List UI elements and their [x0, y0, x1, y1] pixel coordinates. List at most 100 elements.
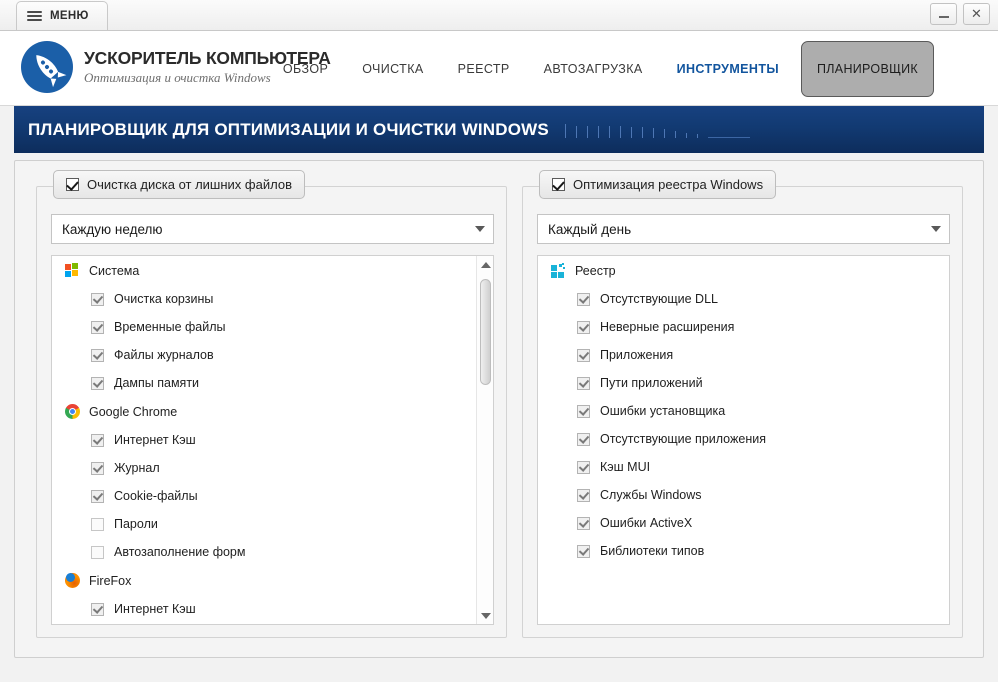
nav-item-scheduler[interactable]: ПЛАНИРОВЩИК: [801, 40, 934, 97]
nav-item-overview[interactable]: ОБЗОР: [266, 62, 345, 76]
list-item-checkbox[interactable]: [577, 376, 590, 390]
nav-item-autostart[interactable]: АВТОЗАГРУЗКА: [527, 62, 660, 76]
scrollbar-thumb[interactable]: [480, 279, 491, 385]
list-item[interactable]: Библиотеки типов: [538, 537, 949, 565]
list-item-checkbox[interactable]: [91, 292, 104, 306]
list-item[interactable]: Пароли: [52, 510, 476, 538]
minimize-button[interactable]: [930, 3, 957, 25]
list-item-checkbox[interactable]: [91, 376, 104, 390]
list-item-checkbox[interactable]: [577, 292, 590, 306]
list-item-checkbox[interactable]: [577, 432, 590, 446]
list-item-checkbox[interactable]: [577, 544, 590, 558]
list-item-label: Cookie-файлы: [114, 489, 198, 503]
registry-list[interactable]: Реестр Отсутствующие DLL Неверные расширен…: [537, 255, 950, 625]
list-item-checkbox[interactable]: [577, 516, 590, 530]
title-bar: МЕНЮ ✕: [0, 0, 998, 31]
list-item[interactable]: Приложения: [538, 341, 949, 369]
list-item[interactable]: Пути приложений: [538, 369, 949, 397]
list-item-checkbox[interactable]: [91, 348, 104, 362]
close-button[interactable]: ✕: [963, 3, 990, 25]
list-group-header[interactable]: Реестр: [538, 256, 949, 285]
list-item[interactable]: Дампы памяти: [52, 369, 476, 397]
list-item[interactable]: Интернет Кэш: [52, 595, 476, 623]
registry-optimize-panel: Оптимизация реестра Windows Каждый день …: [522, 170, 963, 638]
list-item[interactable]: Автозаполнение форм: [52, 538, 476, 566]
close-icon: ✕: [971, 6, 982, 21]
list-item[interactable]: Временные файлы: [52, 313, 476, 341]
list-item[interactable]: Отсутствующие DLL: [538, 285, 949, 313]
list-group-header[interactable]: FireFox: [52, 566, 476, 595]
list-group-label: Система: [89, 263, 140, 278]
list-item[interactable]: Неверные расширения: [538, 313, 949, 341]
list-item-checkbox[interactable]: [577, 404, 590, 418]
list-group-header[interactable]: Google Chrome: [52, 397, 476, 426]
list-item-checkbox[interactable]: [577, 348, 590, 362]
nav-item-tools[interactable]: ИНСТРУМЕНТЫ: [660, 62, 796, 76]
disk-cleanup-list[interactable]: Система Очистка корзины Временные файлы Фай…: [51, 255, 494, 625]
list-item[interactable]: Кэш MUI: [538, 453, 949, 481]
menu-button[interactable]: МЕНЮ: [16, 1, 108, 30]
list-item-checkbox[interactable]: [91, 517, 104, 531]
menu-button-label: МЕНЮ: [50, 10, 89, 22]
nav-item-cleanup[interactable]: ОЧИСТКА: [345, 62, 440, 76]
list-item-checkbox[interactable]: [91, 461, 104, 475]
list-item-label: Дампы памяти: [114, 376, 200, 390]
list-item-label: Временные файлы: [114, 320, 226, 334]
list-item[interactable]: Журнал: [52, 623, 476, 624]
disk-cleanup-schedule-select[interactable]: Каждую неделю: [51, 214, 494, 244]
list-item-label: Кэш MUI: [600, 460, 651, 474]
list-item-label: Интернет Кэш: [114, 602, 196, 616]
list-item[interactable]: Журнал: [52, 454, 476, 482]
list-group-label: FireFox: [89, 573, 132, 588]
registry-optimize-label: Оптимизация реестра Windows: [573, 177, 764, 192]
ruler-tick: [608, 125, 610, 138]
list-item-checkbox[interactable]: [577, 320, 590, 334]
registry-optimize-checkbox[interactable]: [552, 178, 565, 191]
list-item-checkbox[interactable]: [91, 433, 104, 447]
ruler-tick: [630, 126, 632, 138]
chevron-down-icon: [931, 226, 941, 232]
list-item[interactable]: Интернет Кэш: [52, 426, 476, 454]
list-item-label: Ошибки установщика: [600, 404, 726, 418]
list-item-checkbox[interactable]: [577, 488, 590, 502]
disk-cleanup-scrollbar[interactable]: [476, 256, 493, 624]
application-window: МЕНЮ ✕ УСКОРИТЕЛЬ КОМПЬЮТЕРА Оптимизация…: [0, 0, 998, 682]
ruler-decoration-icon: [564, 122, 750, 138]
list-item-checkbox[interactable]: [91, 320, 104, 334]
list-item[interactable]: Ошибки ActiveX: [538, 509, 949, 537]
list-item[interactable]: Cookie-файлы: [52, 482, 476, 510]
list-item-checkbox[interactable]: [91, 489, 104, 503]
list-item-label: Журнал: [114, 461, 160, 475]
registry-optimize-toggle[interactable]: Оптимизация реестра Windows: [539, 170, 777, 199]
scroll-down-icon[interactable]: [477, 607, 493, 624]
scroll-up-icon[interactable]: [477, 256, 493, 273]
list-item[interactable]: Очистка корзины: [52, 285, 476, 313]
list-item[interactable]: Службы Windows: [538, 481, 949, 509]
list-item[interactable]: Ошибки установщика: [538, 397, 949, 425]
hamburger-icon: [27, 11, 42, 21]
disk-cleanup-label: Очистка диска от лишних файлов: [87, 177, 292, 192]
list-item-checkbox[interactable]: [91, 545, 104, 559]
list-item-checkbox[interactable]: [91, 602, 104, 616]
ruler-tick: [564, 123, 566, 138]
ruler-tick: [641, 126, 643, 138]
list-item[interactable]: Файлы журналов: [52, 341, 476, 369]
disk-cleanup-toggle[interactable]: Очистка диска от лишних файлов: [53, 170, 305, 199]
registry-schedule-value: Каждый день: [548, 221, 632, 237]
chevron-down-icon: [475, 226, 485, 232]
app-header: УСКОРИТЕЛЬ КОМПЬЮТЕРА Оптимизация и очис…: [0, 31, 998, 106]
nav-item-registry[interactable]: РЕЕСТР: [441, 62, 527, 76]
main-navigation: ОБЗОР ОЧИСТКА РЕЕСТР АВТОЗАГРУЗКА ИНСТРУ…: [266, 31, 998, 106]
minimize-icon: [938, 15, 949, 18]
rocket-logo-icon: [21, 41, 73, 93]
registry-schedule-select[interactable]: Каждый день: [537, 214, 950, 244]
list-group-header[interactable]: Система: [52, 256, 476, 285]
list-item[interactable]: Отсутствующие приложения: [538, 425, 949, 453]
ruler-tick: [586, 125, 588, 138]
list-item-checkbox[interactable]: [577, 460, 590, 474]
list-group-label: Google Chrome: [89, 404, 178, 419]
list-item-label: Файлы журналов: [114, 348, 214, 362]
disk-cleanup-checkbox[interactable]: [66, 178, 79, 191]
ruler-tick: [652, 127, 654, 138]
list-item-label: Ошибки ActiveX: [600, 516, 693, 530]
